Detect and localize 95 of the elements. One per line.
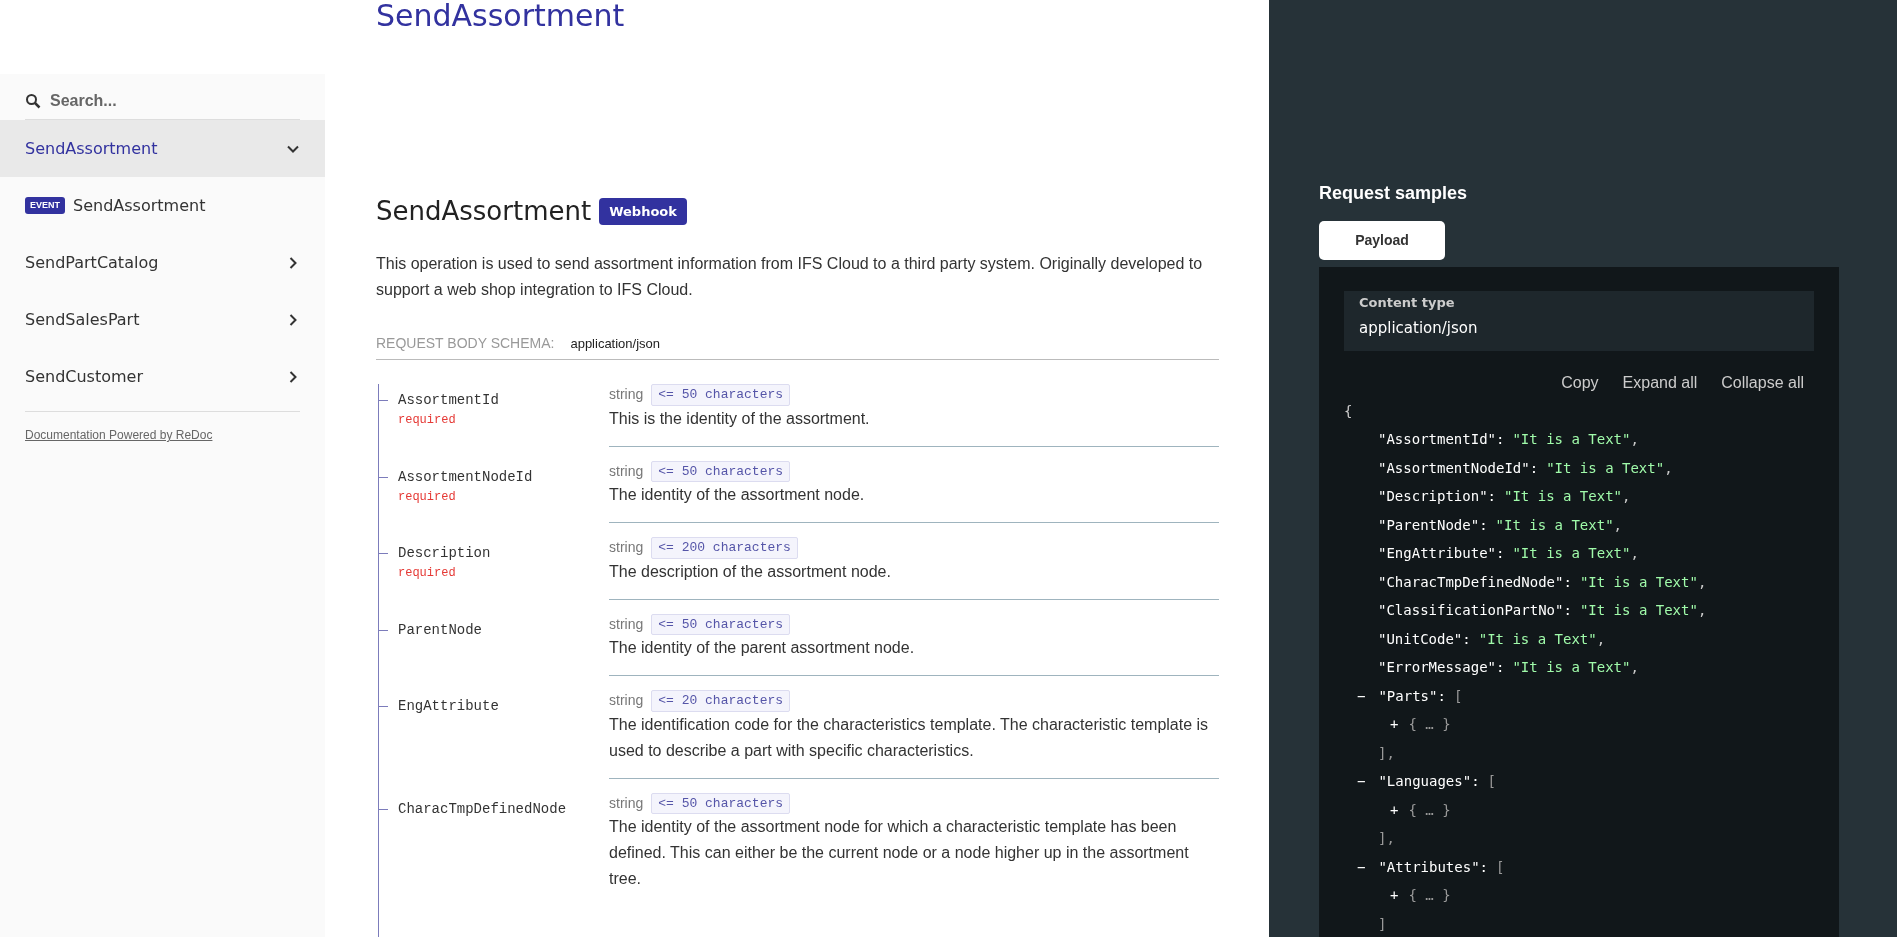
expand-toggle[interactable]: + (1390, 799, 1399, 821)
field-name: AssortmentId (397, 391, 500, 410)
code-key: "ParentNode": (1378, 514, 1488, 536)
field-description: The identity of the assortment node. (609, 485, 866, 505)
code-brace: { (1344, 401, 1353, 421)
code-action-button[interactable]: Expand all (1622, 371, 1698, 395)
sidebar-item[interactable]: SendPartCatalog (0, 234, 325, 291)
field-description: The identity of the parent assortment node. (609, 638, 916, 658)
code-key: "AssortmentId": (1378, 429, 1505, 451)
field-type: string (609, 614, 644, 634)
field-name: Description (397, 544, 492, 563)
constraint-tag: <= 20 characters (651, 690, 791, 712)
collapse-toggle[interactable]: − (1357, 771, 1366, 793)
code-key: "ErrorMessage": (1378, 657, 1505, 679)
code-bracket: ], (1378, 743, 1395, 763)
code-key: "Description": (1378, 486, 1496, 508)
sidebar-item[interactable]: SendSalesPart (0, 291, 325, 348)
code-comma: , (1613, 515, 1623, 535)
constraint-tag: <= 200 characters (651, 537, 798, 559)
code-bracket: [ (1487, 772, 1497, 792)
field-name: ParentNode (397, 620, 483, 640)
field-type: string (609, 793, 644, 813)
schema-label: REQUEST BODY SCHEMA: (376, 334, 555, 353)
constraint-tag: <= 50 characters (651, 460, 791, 482)
operation-title: SendAssortment (376, 195, 592, 228)
field-name: EngAttribute (397, 697, 500, 716)
page-title: SendAssortment (376, 0, 626, 32)
section-title: Request samples (1319, 182, 1469, 205)
code-string: "It is a Text" (1512, 658, 1631, 678)
field-description: This is the identity of the assortment. (609, 408, 871, 429)
constraint-tag: <= 50 characters (651, 384, 791, 406)
field-type: string (609, 538, 644, 558)
code-key: "CharacTmpDefinedNode": (1378, 571, 1572, 593)
sidebar-item[interactable]: EVENT SendAssortment (0, 177, 325, 234)
content-type-field[interactable]: Content type application/json (1344, 291, 1814, 351)
code-key: "Parts": (1378, 685, 1446, 707)
code-string: "It is a Text" (1495, 515, 1614, 535)
operation-description: This operation is used to send assortment information from IFS Cloud to a third party system. Originally developed to support a web shop integration to IFS Cloud. (376, 254, 1204, 300)
code-string: "It is a Text" (1504, 487, 1623, 507)
code-string: "It is a Text" (1579, 601, 1698, 621)
content-type-label: Content type (1359, 294, 1456, 312)
code-string: "It is a Text" (1512, 544, 1631, 564)
field-description: The identification code for the characteristics template. The characteristic template is used to describe a part with specific characteristics. (609, 714, 1210, 761)
powered-by-link[interactable]: Documentation Powered by ReDoc (25, 428, 213, 442)
constraint-tag: <= 50 characters (651, 613, 791, 635)
expand-toggle[interactable]: + (1390, 714, 1399, 736)
schema-content-type: application/json (570, 335, 661, 353)
code-key: "AssortmentNodeId": (1378, 457, 1539, 479)
event-badge: EVENT (25, 196, 65, 215)
code-comma: , (1622, 487, 1631, 507)
collapsed-object[interactable]: { … } (1408, 885, 1451, 907)
code-key: "EngAttribute": (1378, 543, 1505, 565)
payload-tab[interactable]: Payload (1319, 221, 1445, 260)
field-name: AssortmentNodeId (397, 467, 534, 487)
field-type: string (609, 691, 644, 711)
field-type: string (609, 461, 644, 481)
content-type-value: application/json (1359, 317, 1479, 339)
code-comma: , (1596, 629, 1606, 649)
field-description: The description of the assortment node. (609, 561, 892, 582)
constraint-tag: <= 50 characters (651, 792, 791, 814)
code-bracket: ] (1378, 914, 1387, 934)
required-label: required (397, 488, 457, 506)
collapse-toggle[interactable]: − (1357, 685, 1366, 707)
required-label: required (397, 565, 457, 582)
expand-toggle[interactable]: + (1390, 885, 1399, 907)
code-action-button[interactable]: Copy (1561, 371, 1599, 395)
code-string: "It is a Text" (1546, 458, 1665, 478)
code-comma: , (1697, 601, 1707, 621)
code-bracket: ], (1378, 829, 1395, 849)
code-string: "It is a Text" (1478, 629, 1597, 649)
field-name: CharacTmpDefinedNode (397, 799, 568, 819)
search-icon (25, 93, 41, 109)
code-comma: , (1630, 544, 1639, 564)
required-label: required (397, 412, 457, 429)
code-comma: , (1697, 572, 1707, 592)
sidebar-item[interactable]: SendAssortment (0, 120, 325, 177)
collapsed-object[interactable]: { … } (1408, 799, 1451, 821)
collapse-toggle[interactable]: − (1357, 856, 1366, 878)
code-key: "ClassificationPartNo": (1378, 600, 1572, 622)
code-key: "UnitCode": (1378, 628, 1471, 650)
code-comma: , (1664, 458, 1673, 478)
code-comma: , (1630, 430, 1639, 450)
code-string: "It is a Text" (1579, 572, 1698, 592)
code-comma: , (1630, 658, 1639, 678)
code-key: "Languages": (1378, 771, 1480, 793)
code-bracket: [ (1453, 686, 1463, 706)
field-type: string (609, 385, 644, 405)
webhook-badge: Webhook (599, 197, 687, 226)
code-string: "It is a Text" (1512, 430, 1631, 450)
field-description: The identity of the assortment node for which a characteristic template has been defined. This can either be the current node or a node higher up in the assortment tree. (609, 817, 1190, 889)
code-action-button[interactable]: Collapse all (1721, 371, 1804, 395)
sidebar-item[interactable]: SendCustomer (0, 348, 325, 405)
code-key: "Attributes": (1378, 856, 1488, 878)
code-bracket: [ (1496, 857, 1505, 877)
collapsed-object[interactable]: { … } (1408, 714, 1451, 736)
